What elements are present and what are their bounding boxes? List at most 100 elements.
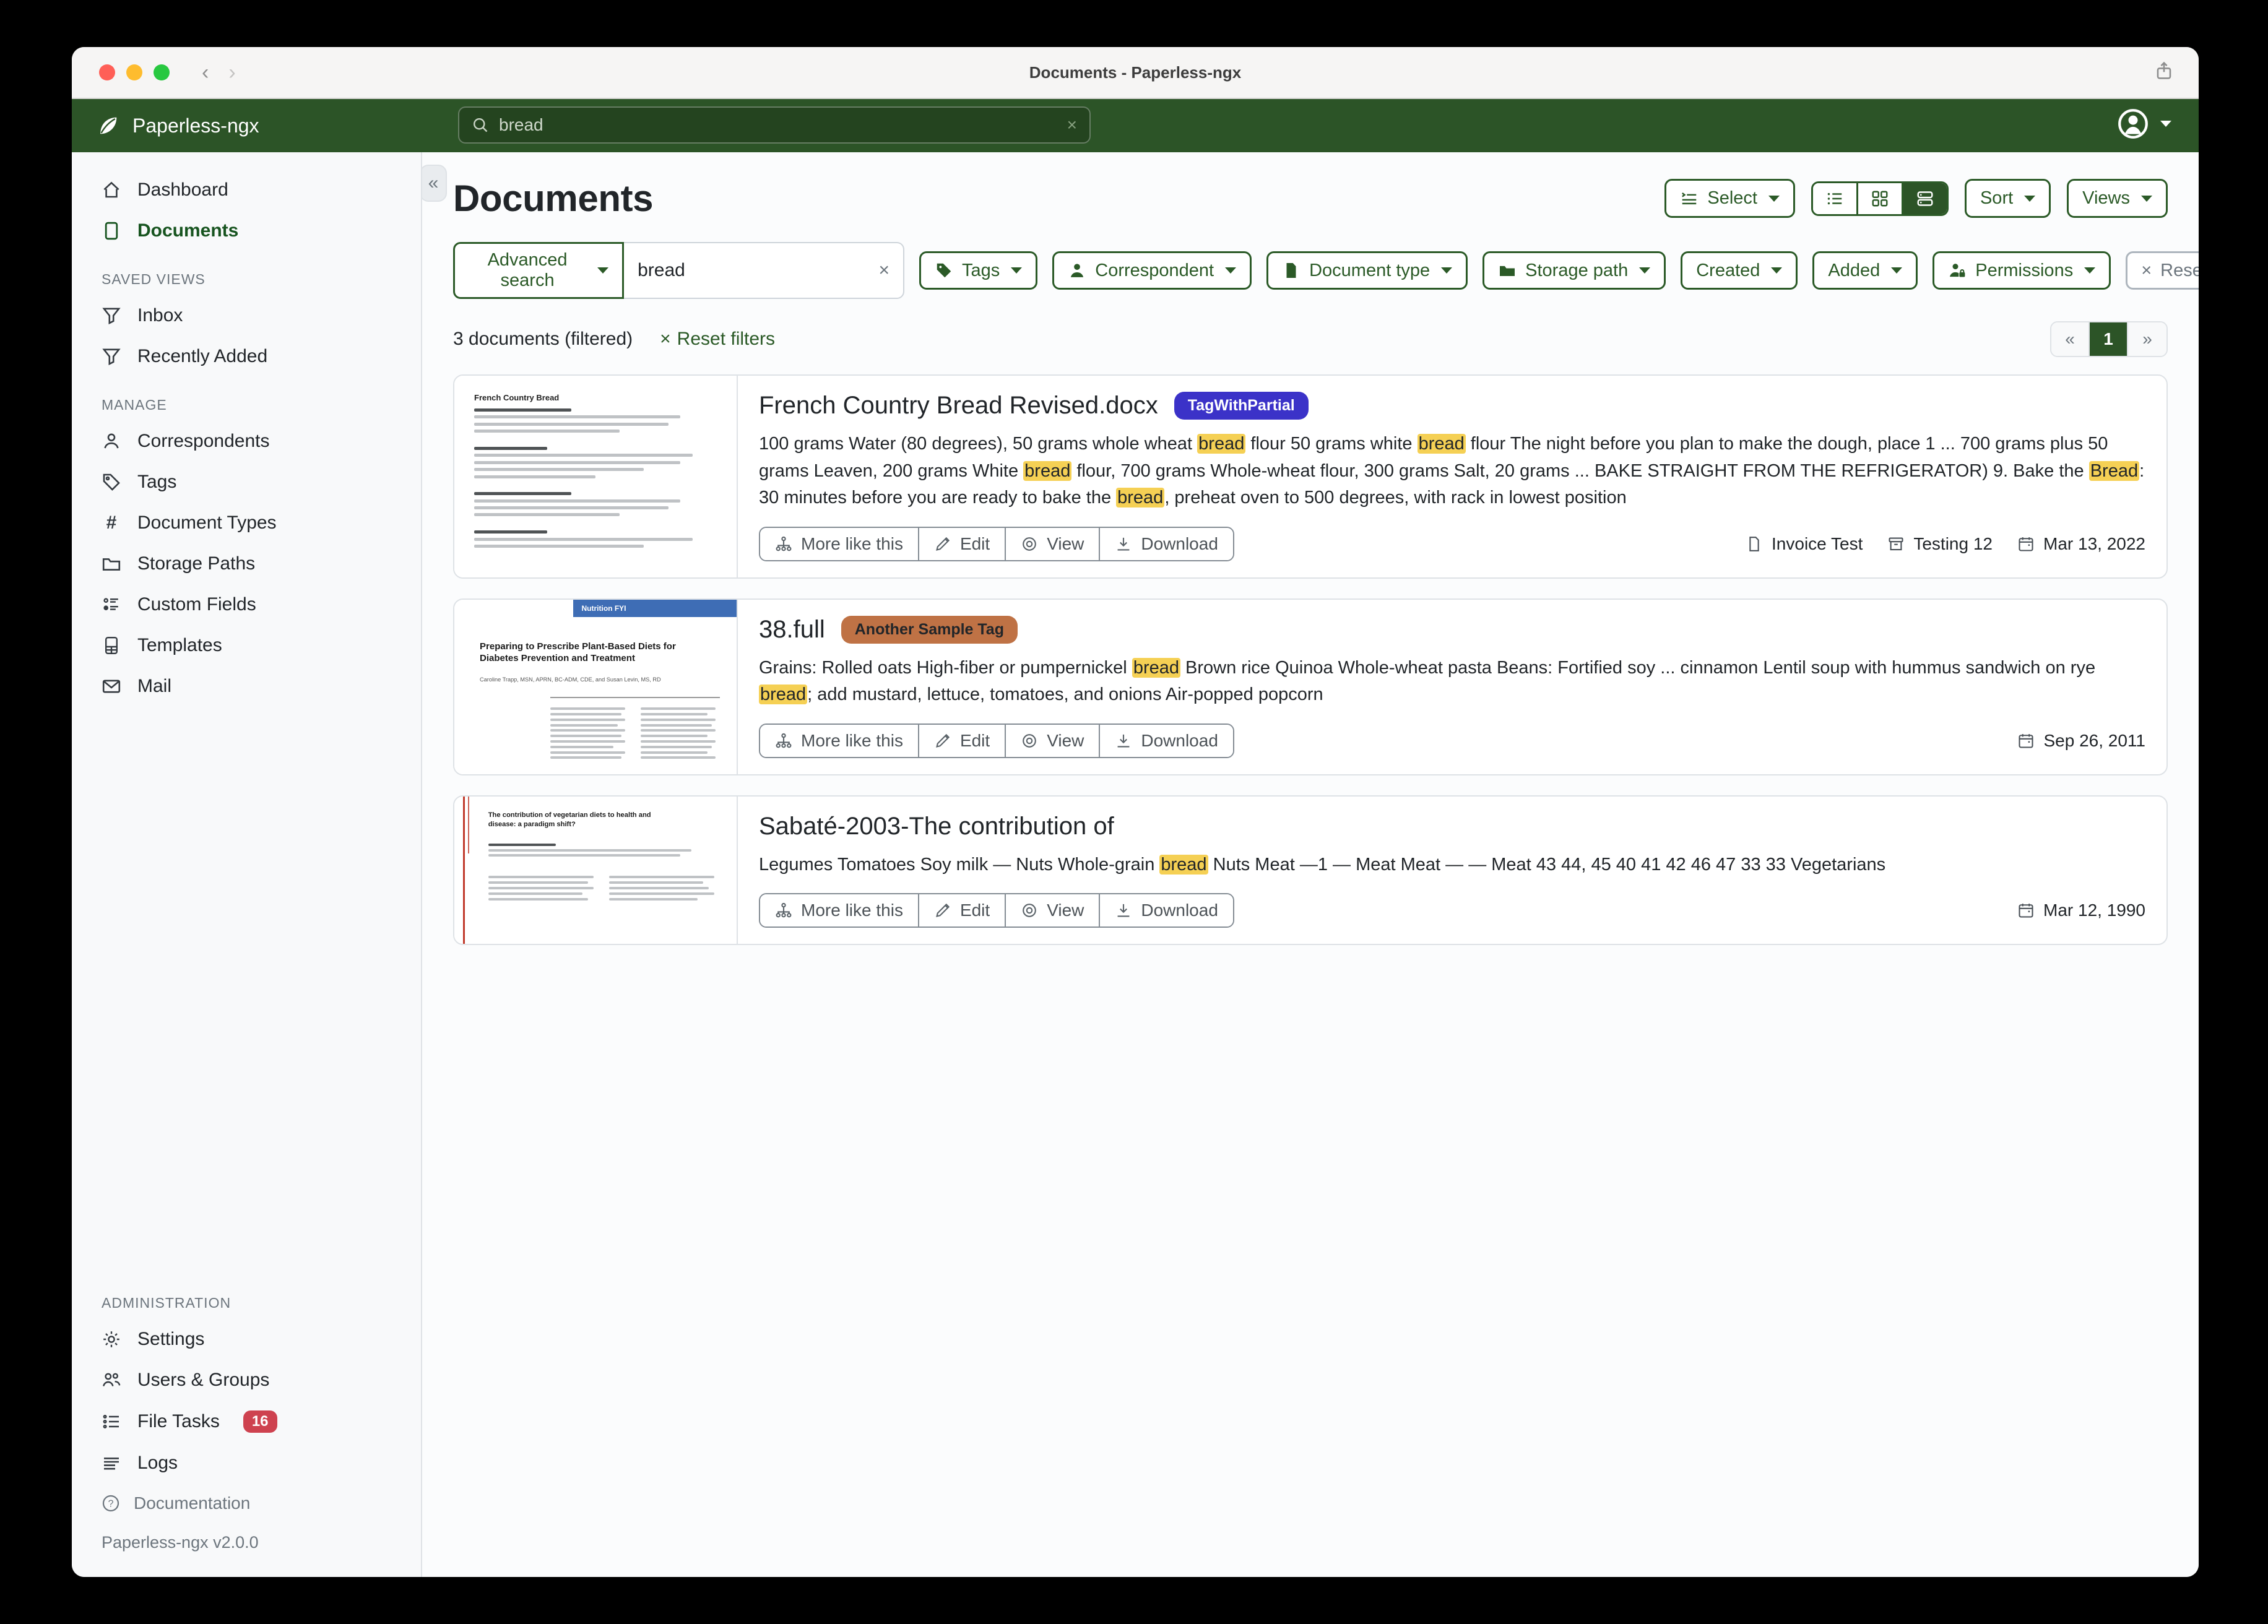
edit-button[interactable]: Edit [919,725,1006,757]
sidebar-item-inbox[interactable]: Inbox [72,295,421,336]
calendar-icon [2017,535,2035,553]
thumbnail-text-lines [488,873,720,937]
sidebar-item-recently-added[interactable]: Recently Added [72,336,421,377]
grid-view-button[interactable] [1858,183,1903,214]
tags-filter-button[interactable]: Tags [919,251,1037,290]
sort-button[interactable]: Sort [1965,179,2051,217]
sidebar-item-settings[interactable]: Settings [72,1319,421,1360]
tag-badge[interactable]: TagWithPartial [1174,392,1309,420]
view-button[interactable]: View [1006,894,1100,926]
document-thumbnail[interactable]: The contribution of vegetarian diets to … [454,797,738,944]
sidebar-item-custom-fields[interactable]: Custom Fields [72,584,421,625]
user-menu[interactable] [2117,108,2171,140]
more-like-this-button[interactable]: More like this [760,894,919,926]
download-button[interactable]: Download [1100,894,1233,926]
download-icon [1115,535,1132,553]
document-card-content: 38.full Another Sample Tag Grains: Rolle… [738,600,2166,774]
sidebar-item-users-groups[interactable]: Users & Groups [72,1360,421,1401]
brand[interactable]: Paperless-ngx [97,114,259,137]
detail-view-button[interactable] [1903,183,1947,214]
edit-button[interactable]: Edit [919,528,1006,560]
sidebar-item-storage-paths[interactable]: Storage Paths [72,543,421,584]
sidebar-item-document-types[interactable]: # Document Types [72,503,421,543]
advanced-search-button[interactable]: Advanced search [453,242,624,299]
meta-label: Sep 26, 2011 [2043,731,2145,751]
sidebar-item-label: Recently Added [137,346,267,367]
reset-filters-link[interactable]: × Reset filters [660,329,775,350]
document-card[interactable]: French Country Bread [453,374,2168,579]
created-date-meta[interactable]: Sep 26, 2011 [2017,731,2145,751]
document-title[interactable]: 38.full [759,616,825,644]
storage-path-meta[interactable]: Testing 12 [1887,534,1993,554]
search-clear-icon[interactable]: × [1067,115,1077,135]
tag-badge[interactable]: Another Sample Tag [841,616,1018,644]
created-filter-button[interactable]: Created [1681,251,1798,290]
download-button[interactable]: Download [1100,725,1233,757]
help-icon: ? [102,1494,120,1513]
sidebar-item-logs[interactable]: Logs [72,1443,421,1484]
pagination-next[interactable]: » [2128,322,2166,356]
sidebar-item-label: Dashboard [137,179,228,201]
views-button[interactable]: Views [2067,179,2168,217]
global-search-input[interactable] [499,115,1057,135]
select-button[interactable]: Select [1664,179,1795,217]
clear-query-icon[interactable]: × [878,260,889,281]
sidebar-item-label: Mail [137,676,171,697]
main-content: « Documents Select [422,152,2199,1577]
document-card[interactable]: The contribution of vegetarian diets to … [453,795,2168,946]
meta-label: Mar 12, 1990 [2043,901,2145,920]
share-icon[interactable] [2154,61,2174,80]
eye-icon [1021,732,1038,749]
document-title[interactable]: Sabaté-2003-The contribution of [759,813,1114,840]
pagination-page-1[interactable]: 1 [2090,322,2128,356]
sidebar-item-mail[interactable]: Mail [72,666,421,707]
more-like-this-button[interactable]: More like this [760,528,919,560]
sidebar-item-tags[interactable]: Tags [72,462,421,503]
chevron-down-icon [1441,267,1452,274]
filter-query-input[interactable] [638,260,878,281]
list-view-button[interactable] [1813,183,1858,214]
tag-icon [935,261,953,280]
download-button[interactable]: Download [1100,528,1233,560]
document-type-meta[interactable]: Invoice Test [1746,534,1863,554]
created-date-meta[interactable]: Mar 13, 2022 [2017,534,2145,554]
more-like-this-button[interactable]: More like this [760,725,919,757]
collapse-icon: « [428,173,439,194]
added-filter-button[interactable]: Added [1812,251,1918,290]
filter-toolbar: Advanced search × Tags [453,242,2168,299]
permissions-filter-button[interactable]: Permissions [1933,251,2111,290]
sidebar-item-templates[interactable]: Templates [72,625,421,666]
document-thumbnail[interactable]: Nutrition FYI Preparing to Prescribe Pla… [454,600,738,774]
sidebar-item-dashboard[interactable]: Dashboard [72,170,421,210]
chevron-down-icon [2084,267,2095,274]
eye-icon [1021,902,1038,919]
document-actions: More like this Edit [759,723,1234,758]
created-date-meta[interactable]: Mar 12, 1990 [2017,901,2145,920]
gear-icon [102,1329,121,1349]
document-type-filter-button[interactable]: Document type [1266,251,1468,290]
view-button[interactable]: View [1006,725,1100,757]
sidebar-item-documents[interactable]: Documents [72,210,421,251]
reset-filters-button[interactable]: × Reset filters [2126,251,2199,290]
thumbnail-margin-line [463,797,465,944]
view-button[interactable]: View [1006,528,1100,560]
storage-path-filter-button[interactable]: Storage path [1482,251,1666,290]
pagination-prev[interactable]: « [2051,322,2090,356]
sidebar-item-label: Inbox [137,305,183,326]
sidebar-collapse-button[interactable]: « [422,165,447,202]
documentation-link[interactable]: ? Documentation [72,1484,421,1523]
document-card[interactable]: Nutrition FYI Preparing to Prescribe Pla… [453,598,2168,775]
correspondent-filter-button[interactable]: Correspondent [1052,251,1252,290]
sidebar-item-file-tasks[interactable]: File Tasks 16 [72,1401,421,1443]
page-title: Documents [453,177,653,220]
document-thumbnail[interactable]: French Country Bread [454,376,738,577]
sidebar-item-correspondents[interactable]: Correspondents [72,421,421,462]
thumbnail-banner: Nutrition FYI [573,600,737,617]
edit-button[interactable]: Edit [919,894,1006,926]
filter-query-field[interactable]: × [624,242,904,299]
document-title[interactable]: French Country Bread Revised.docx [759,392,1158,420]
global-search[interactable]: × [458,106,1091,144]
calendar-icon [2017,732,2035,749]
storage-path-filter-label: Storage path [1525,259,1628,282]
brand-label: Paperless-ngx [132,114,259,137]
